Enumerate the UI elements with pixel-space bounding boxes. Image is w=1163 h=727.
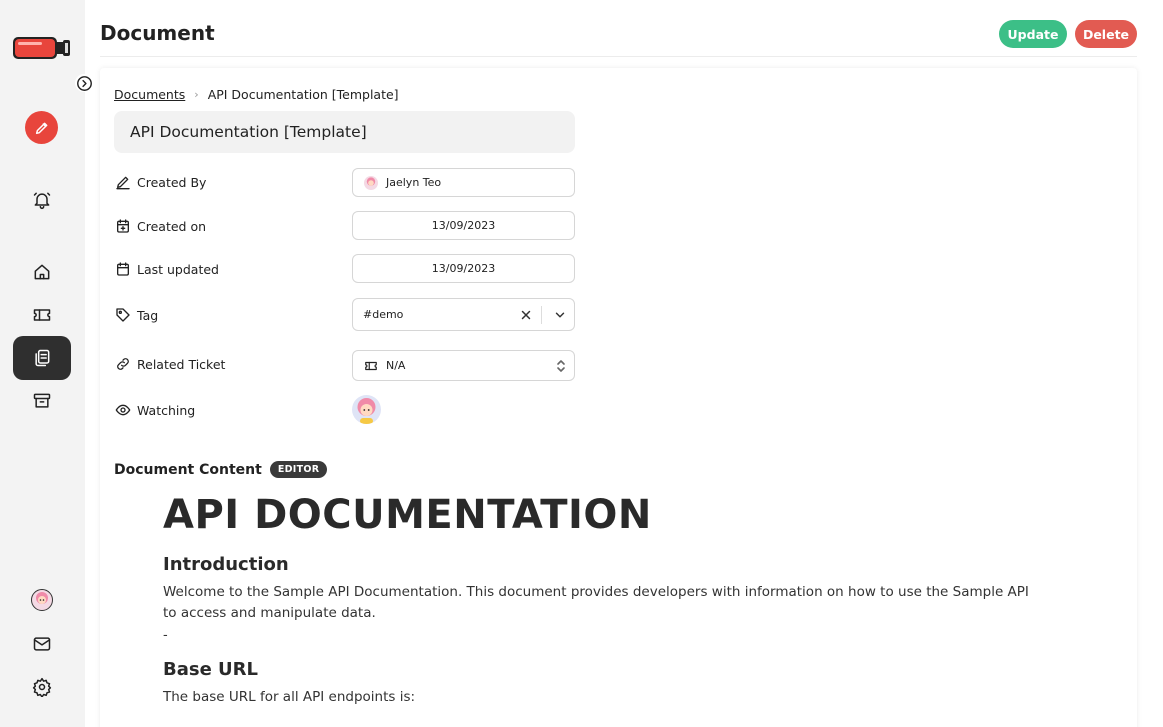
related-ticket-select[interactable]: N/A: [352, 350, 575, 381]
last-updated-label: Last updated: [115, 261, 219, 277]
eye-icon: [115, 404, 131, 416]
sidebar-toggle-button[interactable]: [75, 74, 93, 92]
tag-value: #demo: [363, 308, 404, 321]
tag-select[interactable]: #demo: [352, 298, 575, 331]
created-by-text: Created By: [137, 174, 207, 190]
created-on-field[interactable]: 13/09/2023: [352, 211, 575, 240]
related-ticket-value: N/A: [386, 359, 406, 372]
tag-label: Tag: [115, 307, 158, 323]
doc-separator: -: [163, 628, 168, 643]
documents-icon: [35, 349, 50, 367]
home-button[interactable]: [30, 260, 54, 284]
home-icon: [34, 264, 50, 280]
breadcrumb-current: API Documentation [Template]: [207, 87, 399, 102]
page-title: Document: [100, 21, 215, 45]
mail-icon: [33, 637, 51, 651]
last-updated-text: Last updated: [137, 261, 219, 277]
ticket-icon: [33, 309, 51, 321]
watcher-avatar[interactable]: [352, 395, 381, 424]
avatar: [364, 175, 378, 190]
doc-paragraph-base-url: The base URL for all API endpoints is:: [163, 689, 416, 705]
delete-button[interactable]: Delete: [1075, 20, 1137, 48]
created-by-value: Jaelyn Teo: [386, 176, 442, 189]
tag-icon: [116, 308, 130, 322]
sidebar: [0, 0, 85, 727]
archive-button[interactable]: [30, 389, 54, 413]
tickets-button[interactable]: [30, 303, 54, 327]
edit-icon: [116, 176, 130, 190]
calendar-plus-icon: [117, 219, 129, 233]
notifications-button[interactable]: [30, 188, 54, 212]
clear-tag-button[interactable]: [515, 309, 537, 321]
related-ticket-text: Related Ticket: [137, 356, 226, 372]
watching-text: Watching: [137, 402, 196, 418]
header-divider: [100, 56, 1137, 57]
created-by-label: Created By: [115, 174, 206, 190]
archive-icon: [33, 393, 51, 408]
selector-icon: [548, 358, 574, 374]
battery-logo[interactable]: [12, 33, 72, 63]
close-icon: [521, 310, 531, 319]
bell-icon: [33, 192, 51, 210]
chevron-right-icon: ›: [194, 88, 199, 101]
mail-button[interactable]: [30, 632, 54, 656]
profile-button[interactable]: [30, 588, 54, 612]
ticket-icon: [365, 361, 377, 370]
watching-label: Watching: [115, 402, 195, 418]
doc-heading-base-url: Base URL: [163, 659, 259, 680]
doc-heading-1: API DOCUMENTATION: [163, 492, 652, 538]
avatar: [31, 589, 53, 611]
document-editor[interactable]: API DOCUMENTATION Introduction Welcome t…: [163, 490, 1043, 708]
last-updated-field[interactable]: 13/09/2023: [352, 254, 575, 283]
update-button[interactable]: Update: [999, 20, 1067, 48]
chevron-right-circle-icon: [76, 75, 92, 91]
pencil-icon: [35, 122, 47, 134]
chevron-down-icon: [555, 312, 565, 317]
breadcrumb: Documents › API Documentation [Template]: [114, 87, 399, 102]
document-content-header: Document Content EDITOR: [114, 461, 328, 478]
created-on-label: Created on: [115, 218, 206, 234]
settings-button[interactable]: [30, 675, 54, 699]
doc-paragraph-intro: Welcome to the Sample API Documentation.…: [163, 584, 1029, 621]
documents-button[interactable]: [13, 336, 71, 380]
select-divider: [541, 305, 542, 324]
related-ticket-label: Related Ticket: [115, 356, 225, 372]
gear-icon: [32, 677, 52, 697]
tag-text: Tag: [137, 307, 159, 323]
breadcrumb-documents-link[interactable]: Documents: [114, 87, 185, 102]
doc-heading-introduction: Introduction: [163, 554, 289, 575]
document-title-input[interactable]: API Documentation [Template]: [114, 111, 575, 153]
editor-badge: EDITOR: [269, 461, 328, 478]
created-by-field[interactable]: Jaelyn Teo: [352, 168, 575, 197]
tag-dropdown-toggle[interactable]: [546, 308, 574, 322]
link-icon: [117, 358, 129, 370]
new-document-button[interactable]: [25, 111, 58, 144]
calendar-icon: [117, 262, 129, 276]
document-content-label: Document Content: [114, 461, 262, 478]
created-on-text: Created on: [137, 218, 207, 234]
